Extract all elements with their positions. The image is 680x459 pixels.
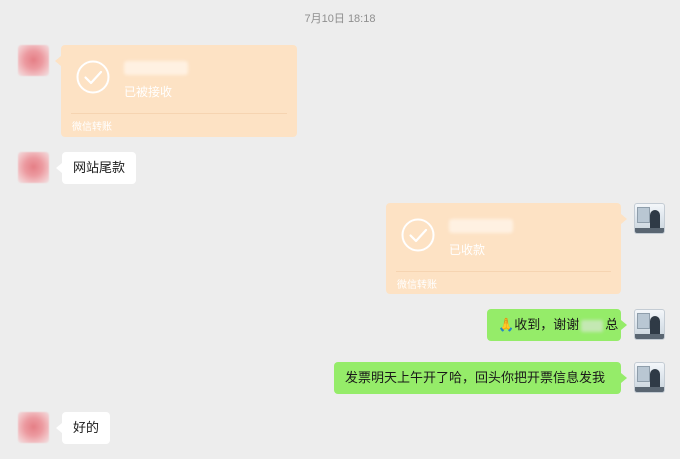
check-circle-icon xyxy=(76,60,110,94)
transfer-divider xyxy=(71,113,287,114)
chat-timestamp: 7月10日 18:18 xyxy=(304,13,376,25)
transfer-card-accepted[interactable]: 已被接收 微信转账 xyxy=(61,45,297,137)
message-bubble-received[interactable]: 好的 xyxy=(62,412,111,444)
message-text: 总 xyxy=(605,317,619,332)
check-circle-icon xyxy=(401,218,435,252)
redacted-name xyxy=(581,319,604,332)
transfer-divider xyxy=(396,271,611,272)
message-bubble-sent[interactable]: 🙏收到，谢谢 总 xyxy=(487,309,621,341)
transfer-card-received[interactable]: 已收款 微信转账 xyxy=(386,203,621,294)
bubble-tail xyxy=(621,214,627,224)
message-bubble-sent[interactable]: 发票明天上午开了哈，回头你把开票信息发我 xyxy=(334,362,621,394)
transfer-footer: 微信转账 xyxy=(72,122,112,133)
transfer-amount-redacted xyxy=(449,219,513,233)
message-bubble-received[interactable]: 网站尾款 xyxy=(62,152,137,184)
avatar-window-shape xyxy=(637,207,650,223)
avatar-window-shape xyxy=(637,366,650,382)
bubble-tail xyxy=(621,373,627,383)
avatar-desk-shape xyxy=(635,228,664,233)
avatar-window-shape xyxy=(637,313,650,329)
bubble-tail xyxy=(621,320,627,330)
my-avatar[interactable] xyxy=(634,309,665,340)
message-text: 收到，谢谢 xyxy=(514,317,580,332)
contact-avatar[interactable] xyxy=(18,412,49,443)
my-avatar[interactable] xyxy=(634,203,665,234)
transfer-status: 已被接收 xyxy=(124,85,173,99)
transfer-footer: 微信转账 xyxy=(397,280,437,291)
my-avatar[interactable] xyxy=(634,362,665,393)
avatar-desk-shape xyxy=(635,387,664,392)
transfer-status: 已收款 xyxy=(449,243,486,257)
contact-avatar[interactable] xyxy=(18,45,49,76)
avatar-desk-shape xyxy=(635,334,664,339)
contact-avatar[interactable] xyxy=(18,152,49,183)
pray-emoji-icon: 🙏 xyxy=(498,317,515,332)
transfer-amount-redacted xyxy=(124,61,188,75)
